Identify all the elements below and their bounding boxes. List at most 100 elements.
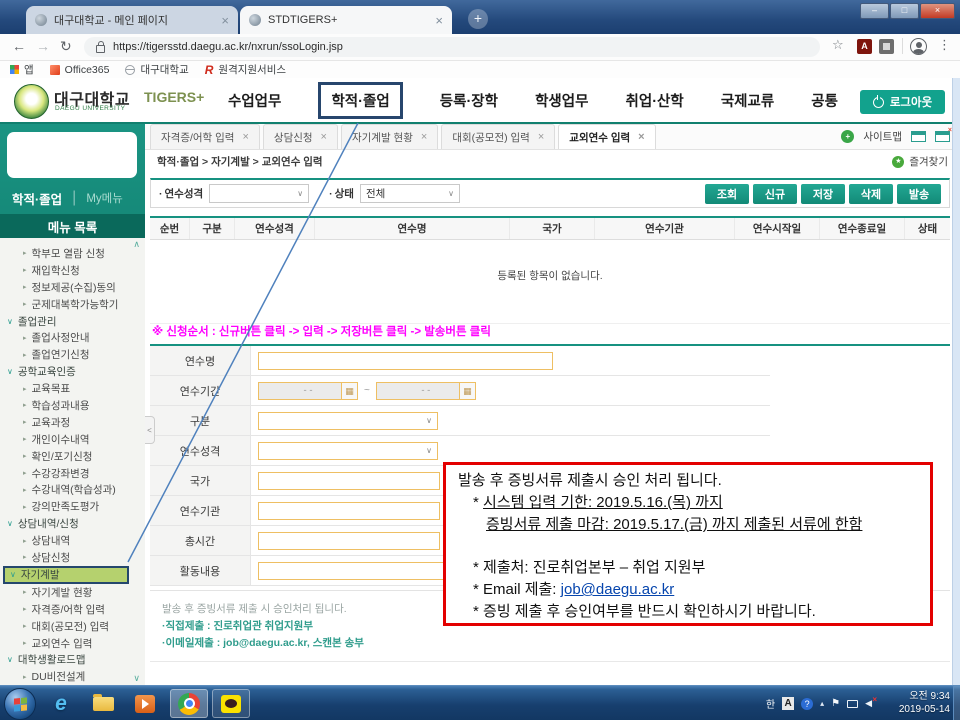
page-scrollbar[interactable] <box>952 78 960 685</box>
column-header[interactable]: 연수성격 <box>235 218 315 239</box>
sitemap-link[interactable]: 사이트맵 <box>863 129 902 144</box>
help-icon[interactable]: ? <box>801 698 813 710</box>
sidebar-item[interactable]: ▸학부모 열람 신청 <box>0 245 145 262</box>
column-header[interactable]: 연수기관 <box>595 218 735 239</box>
bookmark-daegu[interactable]: 대구대학교 <box>125 62 188 77</box>
search-button[interactable]: 조회 <box>705 184 749 204</box>
calendar-icon[interactable]: ▦ <box>459 383 475 399</box>
sidebar-section[interactable]: ∨대학생활로드맵 <box>0 651 145 668</box>
sidebar-section[interactable]: ∨공학교육인증 <box>0 363 145 380</box>
column-header[interactable]: 국가 <box>510 218 595 239</box>
tab-close-icon[interactable]: × <box>215 13 229 28</box>
sidebar-item[interactable]: ▸교외연수 입력 <box>0 635 145 652</box>
volume-muted-icon[interactable]: ◀× <box>865 698 872 709</box>
category-select[interactable]: ∨ <box>258 412 438 430</box>
training-name-input[interactable] <box>258 352 553 370</box>
sidebar-collapse-handle[interactable]: < <box>145 416 155 444</box>
delete-button[interactable]: 삭제 <box>849 184 893 204</box>
sidebar-item[interactable]: ▸상담내역 <box>0 532 145 549</box>
sidebar-item[interactable]: ▸교육목표 <box>0 380 145 397</box>
new-button[interactable]: 신규 <box>753 184 797 204</box>
window-maximize-button[interactable]: □ <box>890 3 919 19</box>
window-minimize-button[interactable]: – <box>860 3 889 19</box>
sidebar-item[interactable]: ▸확인/포기신청 <box>0 448 145 465</box>
bookmark-remote-support[interactable]: R 원격지원서비스 <box>205 62 286 77</box>
column-header[interactable]: 연수종료일 <box>820 218 905 239</box>
sidebar-item[interactable]: ▸자격증/어학 입력 <box>0 601 145 618</box>
column-header[interactable]: 순번 <box>150 218 190 239</box>
action-center-flag-icon[interactable]: ⚑ <box>831 698 840 709</box>
scroll-up-icon[interactable]: ∧ <box>133 239 140 250</box>
mdi-tab[interactable]: 자격증/어학 입력× <box>150 124 260 149</box>
sidebar-tab-records[interactable]: 학적·졸업 <box>12 189 62 208</box>
mdi-tab[interactable]: 자기계발 현황× <box>341 124 438 149</box>
sidebar-item[interactable]: ▸개인이수내역 <box>0 431 145 448</box>
column-header[interactable]: 연수명 <box>315 218 510 239</box>
nav-item-international[interactable]: 국제교류 <box>721 90 774 111</box>
address-bar[interactable]: https://tigersstd.daegu.ac.kr/nxrun/ssoL… <box>84 37 820 57</box>
column-header[interactable]: 연수시작일 <box>735 218 820 239</box>
tab-close-icon[interactable]: × <box>421 131 427 143</box>
new-tab-button[interactable]: + <box>468 9 488 29</box>
sidebar-item[interactable]: ▸재입학신청 <box>0 262 145 279</box>
browser-tab-1[interactable]: 대구대학교 - 메인 페이지 × <box>26 6 238 34</box>
mdi-tab-active[interactable]: 교외연수 입력× <box>558 124 655 149</box>
column-header[interactable]: 상태 <box>905 218 950 239</box>
extension-icon[interactable] <box>879 39 894 54</box>
nav-item-career[interactable]: 취업·산학 <box>626 90 684 111</box>
sidebar-section-self-development-highlighted[interactable]: ∨자기계발 <box>3 566 129 584</box>
back-icon[interactable]: ← <box>12 38 26 54</box>
show-desktop-button[interactable] <box>953 686 960 720</box>
sector-select[interactable]: ∨ <box>209 184 309 203</box>
window-close-all-icon[interactable]: × <box>935 131 950 142</box>
total-hours-input[interactable] <box>258 532 440 550</box>
url-text[interactable]: https://tigersstd.daegu.ac.kr/nxrun/ssoL… <box>113 41 343 53</box>
refresh-icon[interactable]: ↻ <box>60 38 72 55</box>
calendar-icon[interactable]: ▦ <box>341 383 357 399</box>
sidebar-section[interactable]: ∨상담내역/신청 <box>0 515 145 532</box>
sidebar-section[interactable]: ∨졸업관리 <box>0 313 145 330</box>
logout-button[interactable]: 로그아웃 <box>860 90 945 114</box>
browser-tab-2-active[interactable]: STDTIGERS+ × <box>240 6 452 34</box>
save-button[interactable]: 저장 <box>801 184 845 204</box>
tab-close-icon[interactable]: × <box>242 131 248 143</box>
forward-icon[interactable]: → <box>36 38 50 54</box>
network-icon[interactable] <box>847 700 858 708</box>
end-date-input[interactable]: - -▦ <box>376 382 476 400</box>
show-hidden-icons[interactable]: ▴ <box>820 699 824 708</box>
taskbar-chrome-icon[interactable] <box>170 689 208 718</box>
nav-item-student[interactable]: 학생업무 <box>535 90 588 111</box>
mdi-tab[interactable]: 상담신청× <box>263 124 338 149</box>
pdf-extension-icon[interactable]: A <box>857 39 872 54</box>
sidebar-tab-mymenu[interactable]: My메뉴 <box>86 190 123 206</box>
sidebar-item[interactable]: ▸정보제공(수집)동의 <box>0 279 145 296</box>
start-button[interactable] <box>4 688 36 720</box>
email-link[interactable]: job@daegu.ac.kr <box>561 581 675 598</box>
sidebar-item[interactable]: ▸대회(공모전) 입력 <box>0 618 145 635</box>
window-close-button[interactable]: × <box>920 3 955 19</box>
profile-icon[interactable] <box>910 38 927 55</box>
country-input[interactable] <box>258 472 440 490</box>
taskbar-clock[interactable]: 오전 9:34 2019-05-14 <box>899 690 950 716</box>
nav-item-classes[interactable]: 수업업무 <box>228 90 281 111</box>
sidebar-item[interactable]: ▸수강내역(학습성과) <box>0 481 145 498</box>
nav-item-registration[interactable]: 등록·장학 <box>440 90 498 111</box>
bookmark-apps[interactable]: 앱 <box>10 62 34 77</box>
tab-close-icon[interactable]: × <box>538 131 544 143</box>
ime-korean-indicator[interactable]: 한 <box>766 696 775 711</box>
bookmark-office365[interactable]: Office365 <box>50 64 110 76</box>
sidebar-item[interactable]: ▸교육과정 <box>0 414 145 431</box>
send-button[interactable]: 발송 <box>897 184 941 204</box>
nav-item-common[interactable]: 공통 <box>811 90 838 111</box>
status-select[interactable]: 전체∨ <box>360 184 460 203</box>
taskbar-explorer-icon[interactable] <box>84 689 122 718</box>
sidebar-item[interactable]: ▸수강강좌변경 <box>0 465 145 482</box>
sidebar-item[interactable]: ▸졸업사정안내 <box>0 329 145 346</box>
start-date-input[interactable]: - -▦ <box>258 382 358 400</box>
browser-menu-icon[interactable]: ⋮ <box>938 37 951 53</box>
tab-close-icon[interactable]: × <box>429 13 443 28</box>
add-favorite-link[interactable]: ★ 즐겨찾기 <box>892 154 948 169</box>
sector-form-select[interactable]: ∨ <box>258 442 438 460</box>
bookmark-star-icon[interactable]: ☆ <box>832 37 844 53</box>
scroll-down-icon[interactable]: ∨ <box>133 673 140 684</box>
